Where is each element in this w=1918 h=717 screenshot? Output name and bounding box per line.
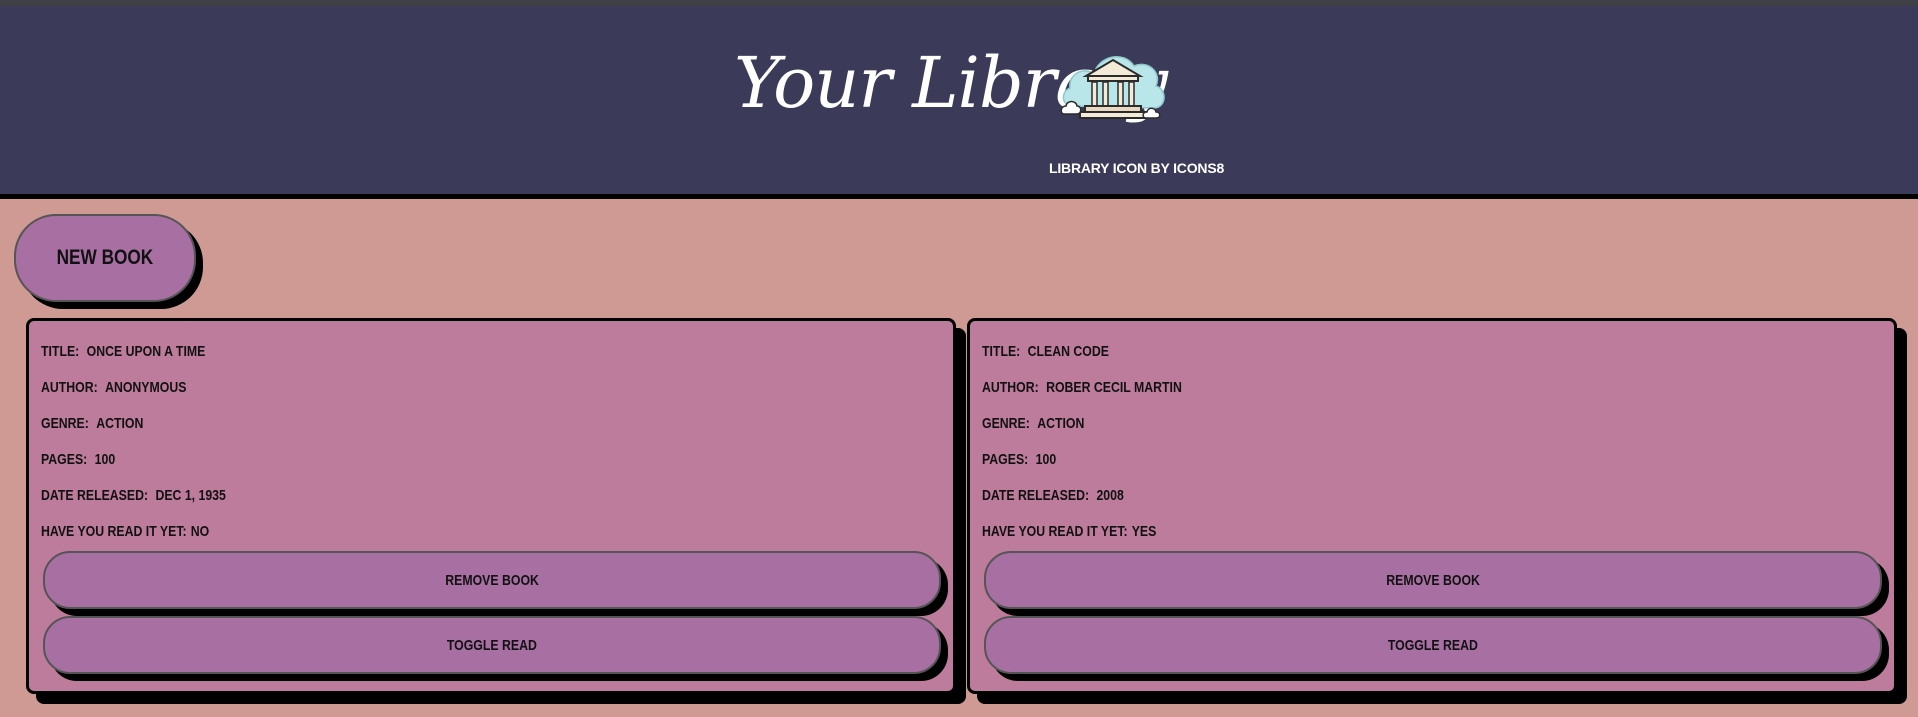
book-pages-row: Pages: 100 <box>982 451 1057 468</box>
book-pages-row: Pages: 100 <box>41 451 116 468</box>
new-book-button[interactable]: New Book <box>14 214 196 302</box>
book-read-status-value: Yes <box>1131 523 1157 540</box>
remove-book-button[interactable]: Remove Book <box>43 551 941 609</box>
toggle-read-button[interactable]: Toggle Read <box>43 616 941 674</box>
book-pages-value: 100 <box>94 451 116 468</box>
toggle-read-button[interactable]: Toggle Read <box>984 616 1882 674</box>
book-read-status-row: Have you read it yet: No <box>41 523 210 540</box>
book-author-row: Author: Rober Cecil Martin <box>982 379 1182 396</box>
remove-book-button[interactable]: Remove Book <box>984 551 1882 609</box>
book-released-row: Date Released: Dec 1, 1935 <box>41 487 226 504</box>
library-building-icon <box>1060 56 1165 119</box>
book-genre-value: Action <box>1037 415 1085 432</box>
book-title-value: Once upon a time <box>86 343 206 360</box>
new-book-label: New Book <box>56 246 154 269</box>
book-title-row: Title: Once upon a time <box>41 343 206 360</box>
book-released-row: Date Released: 2008 <box>982 487 1124 504</box>
book-card: Title: Clean Code Author: Rober Cecil Mart… <box>967 318 1897 694</box>
book-title-value: Clean Code <box>1027 343 1109 360</box>
icon-credit-link[interactable]: Library icon by Icons8 <box>1049 160 1224 176</box>
book-read-status-value: No <box>190 523 210 540</box>
book-released-value: Dec 1, 1935 <box>155 487 226 504</box>
book-pages-value: 100 <box>1035 451 1057 468</box>
book-genre-row: Genre: Action <box>41 415 144 432</box>
book-genre-value: Action <box>96 415 144 432</box>
book-author-value: Anonymous <box>105 379 187 396</box>
page-header: Your Library Library icon by Icons8 <box>0 6 1918 199</box>
book-author-row: Author: Anonymous <box>41 379 187 396</box>
book-author-value: Rober Cecil Martin <box>1046 379 1182 396</box>
book-released-value: 2008 <box>1096 487 1124 504</box>
book-card: Title: Once upon a time Author: Anonymous … <box>26 318 956 694</box>
book-read-status-row: Have you read it yet: Yes <box>982 523 1157 540</box>
book-title-row: Title: Clean Code <box>982 343 1109 360</box>
book-genre-row: Genre: Action <box>982 415 1085 432</box>
